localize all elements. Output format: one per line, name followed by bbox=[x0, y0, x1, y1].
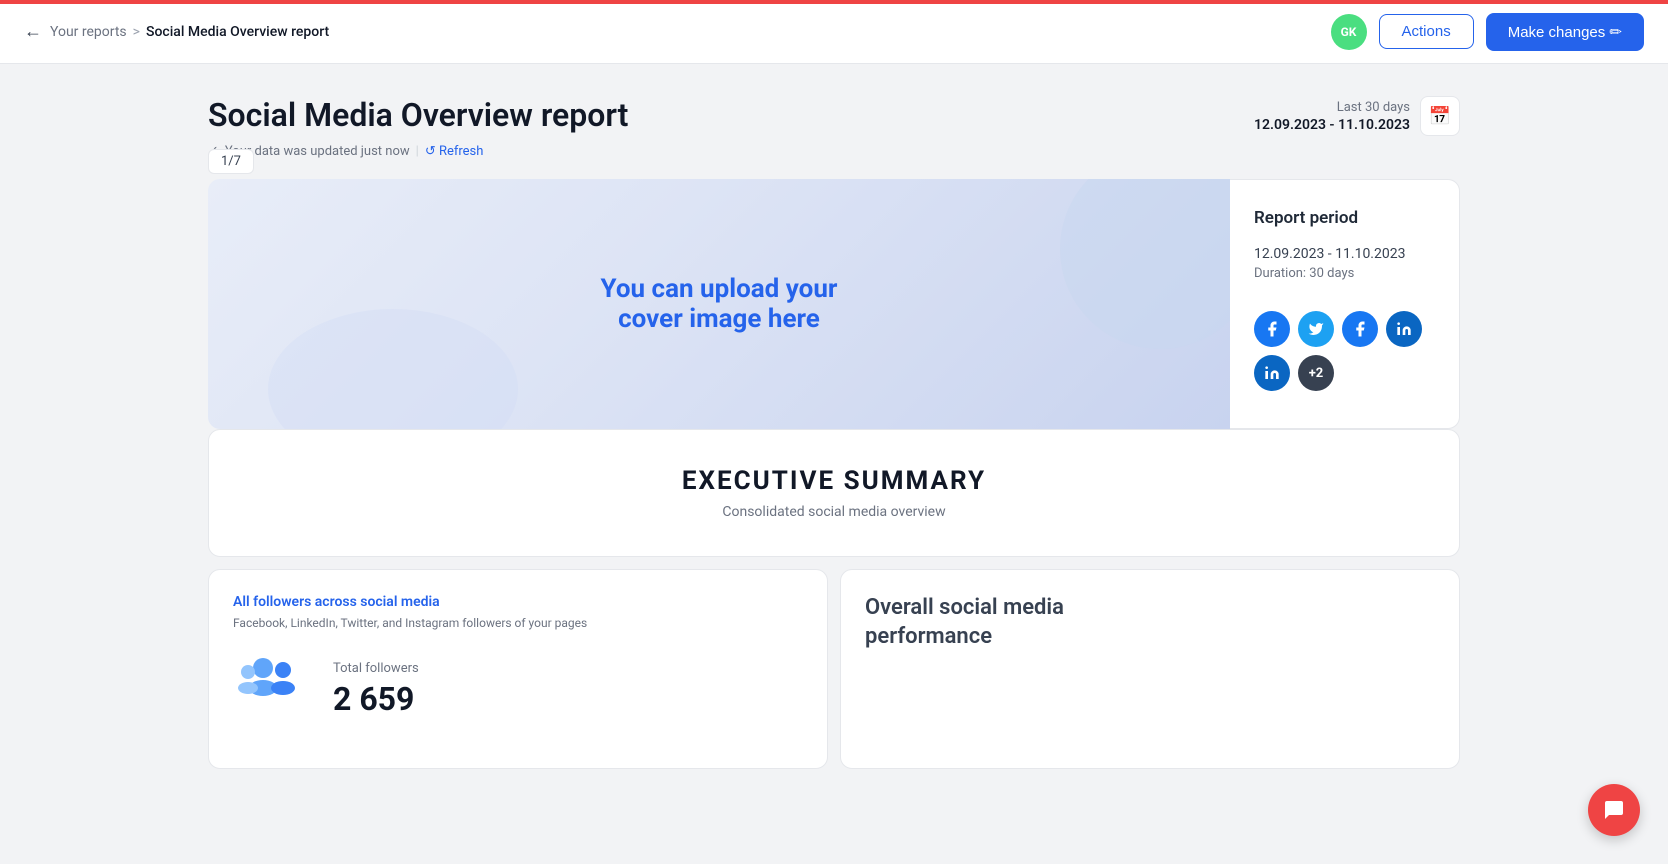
avatar[interactable]: GK bbox=[1331, 14, 1367, 50]
cover-line2: cover image here bbox=[601, 304, 838, 334]
social-icon-more[interactable]: +2 bbox=[1298, 355, 1334, 391]
social-icon-facebook[interactable] bbox=[1254, 311, 1290, 347]
subtitle-separator: | bbox=[416, 144, 419, 159]
social-icons-container: +2 bbox=[1254, 311, 1435, 391]
make-changes-button[interactable]: Make changes ✏ bbox=[1486, 13, 1644, 51]
followers-label: Total followers bbox=[333, 661, 419, 676]
social-icon-linkedin[interactable] bbox=[1386, 311, 1422, 347]
followers-card: All followers across social media Facebo… bbox=[208, 569, 828, 769]
date-range-text: Last 30 days 12.09.2023 - 11.10.2023 bbox=[1254, 100, 1410, 133]
executive-title: EXECUTIVE SUMMARY bbox=[233, 466, 1435, 496]
cover-image-area[interactable]: You can upload your cover image here bbox=[208, 179, 1230, 429]
report-title: Social Media Overview report bbox=[208, 96, 628, 134]
social-icon-linkedin2[interactable] bbox=[1254, 355, 1290, 391]
nav-right: GK Actions Make changes ✏ bbox=[1331, 13, 1645, 51]
date-range-label: Last 30 days bbox=[1254, 100, 1410, 115]
breadcrumb-separator: > bbox=[133, 24, 140, 40]
date-range-value: 12.09.2023 - 11.10.2023 bbox=[1254, 117, 1410, 133]
slide-indicator-container: 1/7 bbox=[208, 149, 254, 174]
social-icon-twitter[interactable] bbox=[1298, 311, 1334, 347]
main-content: Social Media Overview report ✓ Your data… bbox=[184, 64, 1484, 769]
report-period-dates: 12.09.2023 - 11.10.2023 bbox=[1254, 246, 1435, 262]
followers-icon bbox=[233, 650, 313, 718]
refresh-button[interactable]: ↺ Refresh bbox=[425, 144, 484, 159]
top-navigation: ← Your reports > Social Media Overview r… bbox=[0, 0, 1668, 64]
nav-left: ← Your reports > Social Media Overview r… bbox=[24, 21, 329, 42]
date-range-section: Last 30 days 12.09.2023 - 11.10.2023 📅 bbox=[1254, 96, 1460, 136]
report-title-section: Social Media Overview report ✓ Your data… bbox=[208, 96, 628, 159]
cover-line1: You can upload your bbox=[601, 274, 838, 304]
report-subtitle: ✓ Your data was updated just now | ↺ Ref… bbox=[208, 144, 628, 159]
report-header: Social Media Overview report ✓ Your data… bbox=[208, 96, 1460, 159]
bottom-cards: All followers across social media Facebo… bbox=[208, 569, 1460, 769]
cover-text: You can upload your cover image here bbox=[601, 274, 838, 334]
chat-bubble-button[interactable] bbox=[1588, 784, 1640, 836]
actions-button[interactable]: Actions bbox=[1379, 14, 1474, 49]
followers-count-section: Total followers 2 659 bbox=[333, 661, 419, 718]
page-indicator: 1/7 bbox=[208, 149, 254, 174]
cover-section: You can upload your cover image here Rep… bbox=[208, 179, 1460, 429]
followers-title: All followers across social media bbox=[233, 594, 803, 610]
calendar-button[interactable]: 📅 bbox=[1420, 96, 1460, 136]
back-button[interactable]: ← bbox=[24, 21, 42, 42]
cards-wrapper: EXECUTIVE SUMMARY Consolidated social me… bbox=[208, 429, 1460, 769]
breadcrumb-parent[interactable]: Your reports bbox=[50, 24, 127, 40]
overall-performance-card: Overall social mediaperformance bbox=[840, 569, 1460, 769]
cover-link[interactable]: cover image bbox=[618, 304, 761, 334]
report-period-title: Report period bbox=[1254, 208, 1435, 228]
executive-summary-card: EXECUTIVE SUMMARY Consolidated social me… bbox=[208, 429, 1460, 557]
breadcrumb-current: Social Media Overview report bbox=[146, 24, 329, 40]
executive-subtitle: Consolidated social media overview bbox=[233, 504, 1435, 520]
followers-total-row: Total followers 2 659 bbox=[233, 650, 803, 718]
social-icon-facebook2[interactable] bbox=[1342, 311, 1378, 347]
overall-title: Overall social mediaperformance bbox=[865, 594, 1435, 651]
calendar-icon: 📅 bbox=[1429, 106, 1451, 127]
top-red-bar bbox=[0, 0, 1668, 4]
breadcrumb: Your reports > Social Media Overview rep… bbox=[50, 24, 329, 40]
slide-area: 1/7 You can upload your cover image here… bbox=[208, 179, 1460, 429]
report-period-duration: Duration: 30 days bbox=[1254, 266, 1435, 281]
followers-count: 2 659 bbox=[333, 680, 419, 718]
followers-description: Facebook, LinkedIn, Twitter, and Instagr… bbox=[233, 616, 803, 630]
report-period-card: Report period 12.09.2023 - 11.10.2023 Du… bbox=[1230, 179, 1460, 429]
